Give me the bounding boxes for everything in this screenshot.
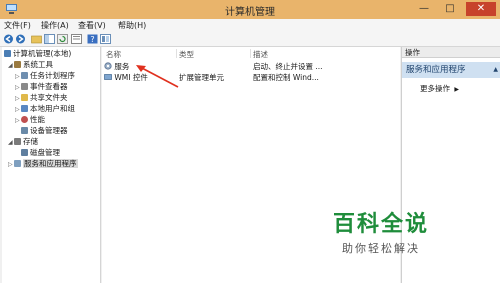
row-type: 扩展管理单元: [179, 73, 224, 82]
tree-item-task-scheduler[interactable]: ▷ 任务计划程序: [15, 70, 75, 81]
watermark-title: 百科全说: [332, 212, 429, 237]
tools-icon: [14, 61, 21, 68]
actions-header: 操作: [402, 47, 500, 58]
title-bar: 计算机管理 — □ ✕: [0, 0, 500, 19]
clock-icon: [21, 72, 28, 79]
column-divider[interactable]: [176, 49, 177, 58]
folder-icon: [21, 94, 28, 101]
tree-item-system-tools[interactable]: ◢ 系统工具: [8, 59, 53, 70]
pointer-arrow-annotation: [136, 65, 179, 88]
services-icon: [104, 62, 112, 70]
column-header-description[interactable]: 描述: [253, 49, 268, 59]
properties-icon[interactable]: [100, 34, 111, 44]
export-icon[interactable]: [71, 34, 82, 44]
storage-icon: [14, 138, 21, 145]
wmi-icon: [104, 74, 112, 80]
computer-management-window: 计算机管理 — □ ✕ 文件(F) 操作(A) 查看(V) 帮助(H) ? 计算…: [0, 0, 500, 283]
menu-bar: 文件(F) 操作(A) 查看(V) 帮助(H): [0, 19, 500, 32]
navigation-tree: 计算机管理(本地) ◢ 系统工具 ▷ 任务计划程序 ▷ 事件查看器 ▷ 共享文件夹 ▷ 本…: [2, 47, 101, 283]
tree-item-services-applications[interactable]: ▷ 服务和应用程序: [8, 158, 78, 169]
row-name: 服务: [114, 62, 130, 71]
tree-item-storage[interactable]: ◢ 存储: [8, 136, 38, 147]
close-button[interactable]: ✕: [466, 2, 496, 16]
minimize-button[interactable]: —: [414, 2, 434, 16]
tree-item-shared-folders[interactable]: ▷ 共享文件夹: [15, 92, 68, 103]
tree-item-disk-management[interactable]: 磁盘管理: [21, 147, 60, 158]
help-icon[interactable]: ?: [87, 34, 98, 44]
watermark-subtitle: 助你轻松解决: [342, 242, 420, 255]
show-tree-icon[interactable]: [44, 34, 55, 44]
services-apps-icon: [14, 160, 21, 167]
up-folder-icon[interactable]: [31, 34, 42, 44]
menu-view[interactable]: 查看(V): [78, 20, 106, 31]
baike-watermark: 百科全说 助你轻松解决: [322, 206, 440, 256]
performance-icon: [21, 116, 28, 123]
row-description: 配置和控制 Wind...: [253, 73, 319, 82]
tree-item-event-viewer[interactable]: ▷ 事件查看器: [15, 81, 68, 92]
forward-icon[interactable]: [15, 34, 26, 44]
users-icon: [21, 105, 28, 112]
refresh-icon[interactable]: [57, 34, 68, 44]
toolbar: ?: [0, 32, 500, 47]
menu-file[interactable]: 文件(F): [4, 20, 31, 31]
event-icon: [21, 83, 28, 90]
tree-item-performance[interactable]: ▷ 性能: [15, 114, 45, 125]
device-icon: [21, 127, 28, 134]
actions-section-services-apps[interactable]: 服务和应用程序 ▲: [402, 62, 500, 78]
tree-item-device-manager[interactable]: 设备管理器: [21, 125, 68, 136]
tree-item-local-users-groups[interactable]: ▷ 本地用户和组: [15, 103, 75, 114]
row-description: 启动、终止并设置 ...: [253, 62, 323, 71]
maximize-button[interactable]: □: [440, 2, 460, 16]
svg-text:?: ?: [90, 35, 94, 44]
menu-help[interactable]: 帮助(H): [118, 20, 146, 31]
column-header-type[interactable]: 类型: [179, 49, 194, 59]
computer-icon: [4, 50, 11, 57]
back-icon[interactable]: [3, 34, 14, 44]
more-actions-link[interactable]: 更多操作 ▶: [420, 83, 459, 94]
tree-item-computer-management[interactable]: 计算机管理(本地): [4, 48, 71, 59]
disk-icon: [21, 149, 28, 156]
menu-action[interactable]: 操作(A): [41, 20, 69, 31]
column-header-name[interactable]: 名称: [106, 49, 121, 59]
submenu-arrow-icon: ▶: [454, 86, 460, 93]
collapse-arrow-icon[interactable]: ▲: [493, 62, 498, 78]
column-divider[interactable]: [250, 49, 251, 58]
